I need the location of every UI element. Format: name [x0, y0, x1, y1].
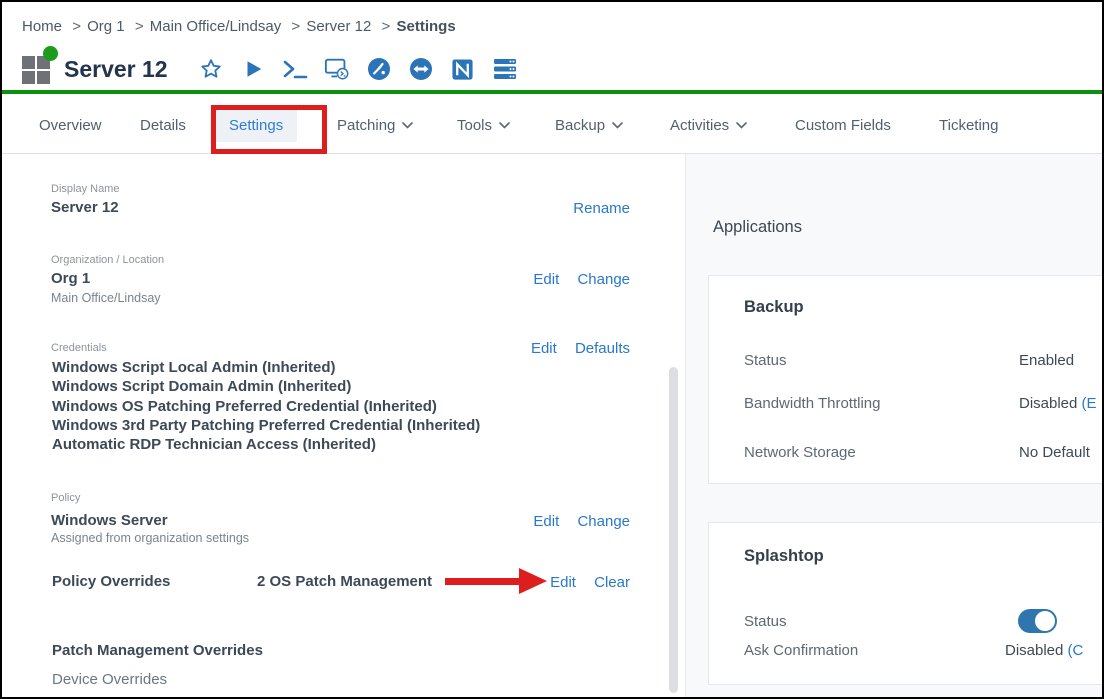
policy-actions: Edit Change — [519, 513, 630, 530]
online-status-dot — [43, 46, 58, 61]
clear-link[interactable]: Clear — [594, 574, 630, 591]
display-name-label: Display Name — [51, 183, 119, 195]
breadcrumb-separator: > — [135, 18, 144, 35]
rename-link[interactable]: Rename — [573, 200, 630, 217]
server-stack-icon[interactable] — [492, 56, 518, 82]
ask-confirmation-value: Disabled (C — [1005, 642, 1083, 659]
windows-logo-icon — [22, 54, 52, 84]
bandwidth-throttling-label: Bandwidth Throttling — [744, 395, 880, 412]
chevron-down-icon — [402, 122, 413, 129]
applications-heading: Applications — [713, 218, 802, 237]
network-storage-value: No Default — [1019, 444, 1090, 461]
breadcrumb-separator: > — [291, 18, 300, 35]
display-name-actions: Rename — [559, 200, 630, 217]
patch-management-overrides-heading: Patch Management Overrides — [52, 642, 263, 659]
ask-confirmation-label: Ask Confirmation — [744, 642, 858, 659]
page-title: Server 12 — [64, 56, 168, 83]
breadcrumb-home[interactable]: Home — [22, 18, 62, 35]
credentials-label: Credentials — [51, 342, 107, 354]
network-storage-label: Network Storage — [744, 444, 856, 461]
breadcrumb: Home > Org 1 > Main Office/Lindsay > Ser… — [22, 18, 462, 35]
change-link[interactable]: (C — [1068, 642, 1084, 659]
bandwidth-throttling-value: Disabled (E — [1019, 395, 1097, 412]
tab-details[interactable]: Details — [140, 108, 186, 142]
breadcrumb-separator: > — [72, 18, 81, 35]
play-icon[interactable] — [240, 56, 266, 82]
splashtop-card: Splashtop Status Ask Confirmation Disabl… — [708, 522, 1104, 685]
credential-item: Windows 3rd Party Patching Preferred Cre… — [52, 416, 480, 435]
tab-patching[interactable]: Patching — [337, 108, 413, 142]
status-value: Enabled — [1019, 352, 1074, 369]
breadcrumb-device[interactable]: Server 12 — [306, 18, 371, 35]
toggle-knob — [1034, 610, 1056, 632]
tab-bar: Overview Details Settings Patching Tools… — [2, 94, 1102, 154]
policy-overrides-actions: Edit Clear — [536, 574, 630, 591]
splashtop-status-label: Status — [744, 613, 787, 630]
breadcrumb-location[interactable]: Main Office/Lindsay — [150, 18, 281, 35]
organization-actions: Edit Change — [519, 271, 630, 288]
policy-overrides-value: 2 OS Patch Management — [257, 573, 432, 590]
display-name-value: Server 12 — [51, 199, 119, 216]
splashtop-card-title: Splashtop — [744, 547, 824, 566]
teamviewer-icon[interactable] — [408, 56, 434, 82]
terminal-icon[interactable] — [282, 56, 308, 82]
policy-value: Windows Server — [51, 512, 168, 529]
policy-label: Policy — [51, 492, 80, 504]
splashtop-status-toggle[interactable] — [1018, 609, 1057, 633]
credentials-actions: Edit Defaults — [517, 340, 630, 357]
change-link[interactable]: Change — [577, 271, 630, 288]
edit-link[interactable]: Edit — [550, 574, 576, 591]
star-icon[interactable] — [198, 56, 224, 82]
chevron-down-icon — [612, 122, 623, 129]
breadcrumb-separator: > — [382, 18, 391, 35]
device-overrides-heading: Device Overrides — [52, 671, 167, 688]
breadcrumb-current: Settings — [396, 18, 455, 35]
edit-link[interactable]: Edit — [531, 340, 557, 357]
edit-link[interactable]: Edit — [533, 513, 559, 530]
status-label: Status — [744, 352, 787, 369]
backup-icon[interactable] — [450, 56, 476, 82]
tab-settings[interactable]: Settings — [215, 108, 297, 142]
tab-backup[interactable]: Backup — [555, 108, 623, 142]
policy-sub: Assigned from organization settings — [51, 531, 249, 545]
tab-activities[interactable]: Activities — [670, 108, 747, 142]
vertical-scrollbar[interactable] — [669, 367, 678, 693]
change-link[interactable]: Change — [577, 513, 630, 530]
credential-item: Windows OS Patching Preferred Credential… — [52, 397, 480, 416]
backup-card-title: Backup — [744, 298, 804, 317]
device-action-toolbar — [190, 56, 526, 82]
policy-overrides-label: Policy Overrides — [52, 573, 170, 590]
defaults-link[interactable]: Defaults — [575, 340, 630, 357]
organization-sub: Main Office/Lindsay — [51, 291, 161, 305]
settings-panel: Display Name Server 12 Rename Organizati… — [2, 154, 684, 699]
backup-card: Backup Status Enabled Bandwidth Throttli… — [708, 275, 1104, 484]
tab-custom-fields[interactable]: Custom Fields — [795, 108, 891, 142]
tab-overview[interactable]: Overview — [39, 108, 102, 142]
credential-item: Automatic RDP Technician Access (Inherit… — [52, 435, 480, 454]
credential-item: Windows Script Domain Admin (Inherited) — [52, 377, 480, 396]
breadcrumb-org[interactable]: Org 1 — [87, 18, 125, 35]
applications-panel: Applications Backup Status Enabled Bandw… — [685, 154, 1104, 699]
organization-label: Organization / Location — [51, 254, 164, 266]
annotation-red-arrow — [445, 568, 547, 595]
device-settings-page: Home > Org 1 > Main Office/Lindsay > Ser… — [0, 0, 1104, 699]
edit-link[interactable]: (E — [1082, 395, 1097, 412]
splashtop-icon[interactable] — [366, 56, 392, 82]
tab-tools[interactable]: Tools — [457, 108, 510, 142]
tab-ticketing[interactable]: Ticketing — [939, 108, 998, 142]
chevron-down-icon — [499, 122, 510, 129]
chevron-down-icon — [736, 122, 747, 129]
credentials-list: Windows Script Local Admin (Inherited) W… — [52, 358, 480, 454]
device-header: Server 12 — [22, 48, 526, 90]
organization-value: Org 1 — [51, 270, 90, 287]
credential-item: Windows Script Local Admin (Inherited) — [52, 358, 480, 377]
remote-desktop-icon[interactable] — [324, 56, 350, 82]
edit-link[interactable]: Edit — [533, 271, 559, 288]
